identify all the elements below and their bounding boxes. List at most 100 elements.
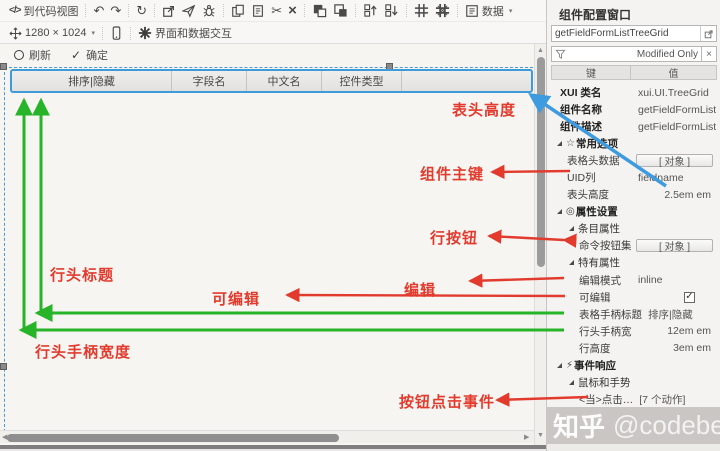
bring-front-button[interactable] <box>309 2 330 20</box>
send-icon <box>182 4 196 18</box>
selection-handle[interactable] <box>0 363 7 370</box>
property-row-command-buttons[interactable]: 命令按钮集 [ 对象 ] <box>551 237 717 254</box>
undo-button[interactable]: ↶ <box>90 2 107 20</box>
toolbar-row-1: </> 到代码视图 ↶ ↷ ↻ ✂ <box>0 0 546 22</box>
treegrid-header-cell[interactable]: 字段名 <box>172 71 247 91</box>
treegrid-header-cell[interactable]: 中文名 <box>247 71 322 91</box>
editable-checkbox[interactable]: ✓ <box>684 292 695 303</box>
vertical-scroll-thumb[interactable] <box>537 57 545 267</box>
section-mouse-gesture[interactable]: 鼠标和手势 <box>551 374 717 391</box>
send-back-icon <box>333 3 348 18</box>
expand-triangle-icon[interactable] <box>557 141 562 146</box>
send-back-button[interactable] <box>330 2 351 20</box>
data-menu-button[interactable]: 数据 ▾ <box>462 2 516 20</box>
component-id-input[interactable]: getFieldFormListTreeGrid <box>552 26 700 41</box>
debug-button[interactable] <box>199 2 219 20</box>
scroll-right-icon[interactable]: ▶ <box>524 434 529 441</box>
expand-triangle-icon[interactable] <box>569 226 574 231</box>
value-column-header: 值 <box>631 66 716 79</box>
component-name-row: getFieldFormListTreeGrid <box>551 25 717 42</box>
funnel-icon <box>555 49 566 60</box>
expand-triangle-icon[interactable] <box>557 209 562 214</box>
confirm-button[interactable]: ✓ 确定 <box>71 47 108 63</box>
section-property-settings[interactable]: ◎ 属性设置 <box>551 203 717 220</box>
annotation-row-button: 行按钮 <box>430 227 478 248</box>
refresh-grid-button[interactable]: 刷新 <box>14 47 51 63</box>
property-rows: XUI 类名 xui.UI.TreeGrid 组件名称 getFieldForm… <box>551 84 717 408</box>
lightning-icon: ⚡ <box>566 360 573 371</box>
treegrid-header-cell[interactable]: 排序|隐藏 <box>12 71 172 91</box>
resolution-selector[interactable]: 1280 × 1024 ▾ <box>6 24 98 42</box>
move-down-button[interactable] <box>381 2 402 20</box>
bug-icon <box>202 4 216 18</box>
property-row-handle-title[interactable]: 表格手柄标题 排序|隐藏 <box>551 306 717 323</box>
section-event-response[interactable]: ⚡ 事件响应 <box>551 357 717 374</box>
panel-title: 组件配置窗口 <box>559 6 631 23</box>
design-canvas[interactable]: 刷新 ✓ 确定 排序|隐藏 字段名 中文名 控件类型 表头高度 组件主键 行按钮… <box>0 44 546 451</box>
expand-triangle-icon[interactable] <box>569 260 574 265</box>
refresh-circle-icon <box>14 50 24 60</box>
filter-toggle[interactable]: Modified Only <box>551 46 702 62</box>
refresh-button[interactable]: ↻ <box>133 2 150 20</box>
object-editor-button[interactable]: [ 对象 ] <box>636 239 713 252</box>
redo-button[interactable]: ↷ <box>107 2 124 20</box>
popout-icon <box>704 29 714 39</box>
move-up-icon <box>363 3 378 18</box>
cut-button[interactable]: ✂ <box>268 2 285 20</box>
export-button[interactable] <box>159 2 179 20</box>
actions-count-badge[interactable]: [7 个动作] <box>639 392 685 407</box>
treegrid-header-row[interactable]: 排序|隐藏 字段名 中文名 控件类型 <box>10 69 533 93</box>
property-row-handle-width[interactable]: 行头手柄宽 12em em <box>551 323 717 340</box>
copy-button[interactable] <box>228 2 248 20</box>
property-row-header-height[interactable]: 表头高度 2.5em em <box>551 186 717 203</box>
move-down-icon <box>384 3 399 18</box>
selection-handle[interactable] <box>0 63 7 70</box>
treegrid-header-cell[interactable]: 控件类型 <box>322 71 402 91</box>
property-table-header: 键 值 <box>551 65 717 80</box>
property-row-editable[interactable]: 可编辑 ✓ <box>551 289 717 306</box>
interaction-mode-button[interactable]: 界面和数据交互 <box>135 24 235 42</box>
undo-icon: ↶ <box>93 4 104 17</box>
paste-button[interactable] <box>248 2 268 20</box>
object-editor-button[interactable]: [ 对象 ] <box>636 154 713 167</box>
star-icon: ☆ <box>566 138 575 149</box>
move-up-button[interactable] <box>360 2 381 20</box>
property-row-row-height[interactable]: 行高度 3em em <box>551 340 717 357</box>
component-config-panel: 组件配置窗口 getFieldFormListTreeGrid Modified… <box>546 0 720 451</box>
property-row-uid-column[interactable]: UID列 fieldname <box>551 169 717 186</box>
expand-triangle-icon[interactable] <box>557 363 562 368</box>
horizontal-scrollbar[interactable]: ◀ ▶ <box>0 430 534 443</box>
filter-close-button[interactable]: × <box>702 46 717 62</box>
section-item-properties[interactable]: 条目属性 <box>551 220 717 237</box>
copy-icon <box>231 4 245 18</box>
property-row-edit-mode[interactable]: 编辑模式 inline <box>551 272 717 289</box>
treegrid-header-cell[interactable] <box>402 71 531 91</box>
send-button[interactable] <box>179 2 199 20</box>
popout-button[interactable] <box>700 26 716 41</box>
expand-triangle-icon[interactable] <box>569 380 574 385</box>
snap-grid-button[interactable] <box>432 2 453 20</box>
code-view-button[interactable]: </> 到代码视图 <box>6 2 81 20</box>
grid-button[interactable] <box>411 2 432 20</box>
mobile-preview-button[interactable] <box>107 24 126 42</box>
export-icon <box>162 4 176 18</box>
watermark-handle: @codebee <box>613 410 720 441</box>
delete-icon: × <box>288 3 297 18</box>
toolbar-row-2: 1280 × 1024 ▾ 界面和数据交互 <box>0 22 546 44</box>
property-row-header-data[interactable]: 表格头数据 [ 对象 ] <box>551 152 717 169</box>
property-row-component-desc[interactable]: 组件描述 getFieldFormList <box>551 118 717 135</box>
vertical-scrollbar[interactable]: ▲ ▼ <box>534 44 546 445</box>
redo-icon: ↷ <box>110 4 121 17</box>
property-row-click-event[interactable]: <当>点击… [7 个动作] <box>551 391 717 408</box>
scroll-up-icon[interactable]: ▲ <box>537 47 544 54</box>
property-row-xui-class[interactable]: XUI 类名 xui.UI.TreeGrid <box>551 84 717 101</box>
section-common-options[interactable]: ☆ 常用选项 <box>551 135 717 152</box>
section-special-properties[interactable]: 特有属性 <box>551 254 717 271</box>
watermark-band: 知乎 @codebee <box>547 407 720 444</box>
horizontal-scroll-thumb[interactable] <box>7 434 339 442</box>
scroll-down-icon[interactable]: ▼ <box>537 432 544 439</box>
delete-button[interactable]: × <box>285 2 300 20</box>
chevron-down-icon: ▾ <box>91 29 95 37</box>
key-column-header: 键 <box>552 66 631 79</box>
property-row-component-name[interactable]: 组件名称 getFieldFormListTree... <box>551 101 717 118</box>
